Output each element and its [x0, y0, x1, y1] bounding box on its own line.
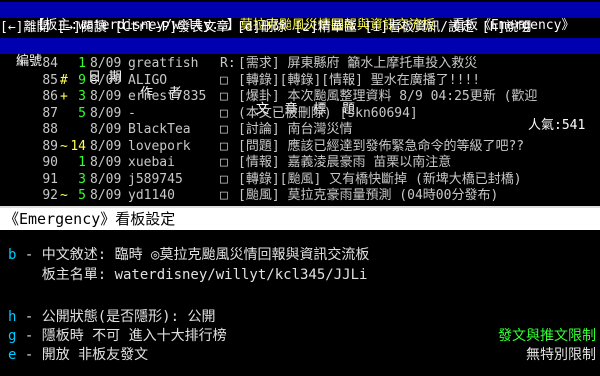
article-subject: [爆卦] 本次颱風整理資料 8/9 04:25更新 (歡迎	[238, 89, 538, 104]
setting-moderators: 板主名單: waterdisney/willyt/kcl345/JJLi	[8, 266, 368, 284]
option-text: - 隱板時 不可 進入十大排行榜	[16, 328, 227, 344]
article-type-marker: □	[220, 122, 228, 137]
article-row[interactable]: 85 #9 8/09 ALIGO □ [轉錄][轉錄][情報] 聖水在廣播了!!!!	[0, 73, 600, 89]
column-header: 編號 日 期 作 者 文 章 標 題 人氣:541	[0, 38, 600, 133]
article-subject: (本文已被刪除) [skn60694]	[238, 105, 418, 121]
article-row[interactable]: 88 8/09 BlackTea □ [討論] 南台灣災情	[0, 122, 600, 138]
article-mark: ~	[60, 188, 68, 203]
article-row[interactable]: 84 1 8/09 greatfish R: [需求] 屏東縣府 籲水上摩托車投入救災	[0, 56, 600, 72]
article-author: j589745	[128, 171, 183, 187]
recommend-count: 5	[78, 188, 86, 203]
article-number: 88	[42, 122, 58, 137]
article-date: 8/09	[90, 138, 122, 154]
key-hint-bar: [←]離開 [→]閱讀 [Ctrl-P]發表文章 [d]刪除 [z]精華區 [i…	[0, 20, 532, 35]
recommend-count: 3	[78, 171, 86, 187]
board-settings-dialog: 《Emergency》看板設定 b - 中文敘述: 臨時 ◎莫拉克颱風災情回報與…	[0, 206, 600, 376]
article-mark: +	[60, 89, 68, 104]
dialog-title: 《Emergency》看板設定	[0, 208, 600, 230]
article-subject: [需求] 屏東縣府 籲水上摩托車投入救災	[238, 56, 478, 71]
article-date: 8/09	[90, 72, 122, 88]
article-number: 84	[42, 56, 58, 71]
article-subject: [情報] 嘉義淩晨豪雨 苗栗以南注意	[238, 155, 452, 170]
article-number: 87	[42, 105, 58, 121]
recommend-count: 1	[78, 56, 86, 71]
article-number: 90	[42, 155, 58, 170]
article-author: xuebai	[128, 155, 175, 170]
recommend-count: 9	[78, 72, 86, 88]
article-author: ALIGO	[128, 72, 168, 88]
article-date: 8/09	[90, 89, 122, 104]
recommend-count: 5	[78, 105, 86, 121]
article-date: 8/09	[90, 105, 122, 121]
article-author: BlackTea	[128, 122, 191, 137]
recommend-count: 14	[70, 138, 86, 154]
post-limit-value: 無特別限制	[526, 347, 596, 363]
article-date: 8/09	[90, 188, 122, 203]
article-number: 85	[42, 72, 58, 88]
article-date: 8/09	[90, 56, 122, 71]
post-limit-heading: 發文與推文限制	[498, 328, 596, 344]
article-number: 86	[42, 89, 58, 104]
option-text: - 公開狀態(是否隱形): 公開	[16, 309, 216, 325]
article-author: ernest7835	[128, 89, 207, 104]
article-author: yd1140	[128, 188, 175, 203]
article-subject: [討論] 南台灣災情	[238, 122, 353, 137]
setting-top-ten[interactable]: g - 隱板時 不可 進入十大排行榜	[8, 327, 227, 345]
setting-visibility[interactable]: h - 公開狀態(是否隱形): 公開	[8, 308, 215, 326]
option-text: - 中文敘述: 臨時 ◎莫拉克颱風災情回報與資訊交流板	[16, 247, 370, 263]
recommend-count: 1	[78, 155, 86, 170]
article-type-marker: □	[220, 155, 228, 170]
article-subject: [轉錄][颱風] 又有橋快斷掉 (新埤大橋已封橋)	[238, 171, 522, 187]
setting-non-member-post[interactable]: e - 開放 非板友發文	[8, 346, 148, 364]
article-date: 8/09	[90, 155, 122, 170]
recommend-count: 3	[78, 89, 86, 104]
article-type-marker: □	[220, 171, 228, 187]
option-text: 板主名單: waterdisney/willyt/kcl345/JJLi	[8, 267, 368, 283]
article-number: 91	[42, 171, 58, 187]
article-type-marker: □	[220, 72, 228, 88]
article-row[interactable]: 89 ~14 8/09 lovepork □ [問題] 應該已經達到發佈緊急命令的等級了吧…	[0, 139, 600, 155]
article-mark: ~	[60, 138, 68, 154]
article-mark: #	[60, 72, 68, 88]
article-type-marker: R:	[220, 56, 236, 71]
article-list-screen: 【板主:waterdisney/willy..】莫拉克颱風災情回報與資訊交流板看…	[0, 0, 600, 206]
article-row[interactable]: 90 1 8/09 xuebai □ [情報] 嘉義淩晨豪雨 苗栗以南注意	[0, 155, 600, 171]
article-type-marker: □	[220, 188, 228, 203]
article-row[interactable]: 92 ~5 8/09 yd1140 □ [颱風] 莫拉克豪雨量預測 (04時00分發布)	[0, 188, 600, 204]
article-author: greatfish	[128, 56, 199, 71]
article-row[interactable]: 87 5 8/09- □ (本文已被刪除) [skn60694]	[0, 106, 600, 122]
article-date: 8/09	[90, 122, 122, 137]
article-author: -	[128, 105, 136, 121]
article-row[interactable]: 91 3 8/09 j589745 □ [轉錄][颱風] 又有橋快斷掉 (新埤大橋已封橋)	[0, 172, 600, 188]
article-subject: [轉錄][轉錄][情報] 聖水在廣播了!!!!	[238, 72, 481, 88]
article-date: 8/09	[90, 171, 122, 187]
setting-description[interactable]: b - 中文敘述: 臨時 ◎莫拉克颱風災情回報與資訊交流板	[8, 246, 369, 264]
article-type-marker: □	[220, 89, 228, 104]
article-number: 92	[42, 188, 58, 203]
article-type-marker: □	[220, 138, 228, 154]
article-type-marker: □	[220, 105, 228, 121]
board-header: 【板主:waterdisney/willy..】莫拉克颱風災情回報與資訊交流板看…	[0, 2, 600, 33]
article-author: lovepork	[128, 138, 191, 154]
article-row[interactable]: 86 +3 8/09 ernest7835 □ [爆卦] 本次颱風整理資料 8/9 04:…	[0, 89, 600, 105]
option-text: - 開放 非板友發文	[16, 347, 149, 363]
article-subject: [問題] 應該已經達到發佈緊急命令的等級了吧??	[238, 138, 525, 154]
article-number: 89	[42, 138, 58, 154]
article-subject: [颱風] 莫拉克豪雨量預測 (04時00分發布)	[238, 188, 499, 203]
